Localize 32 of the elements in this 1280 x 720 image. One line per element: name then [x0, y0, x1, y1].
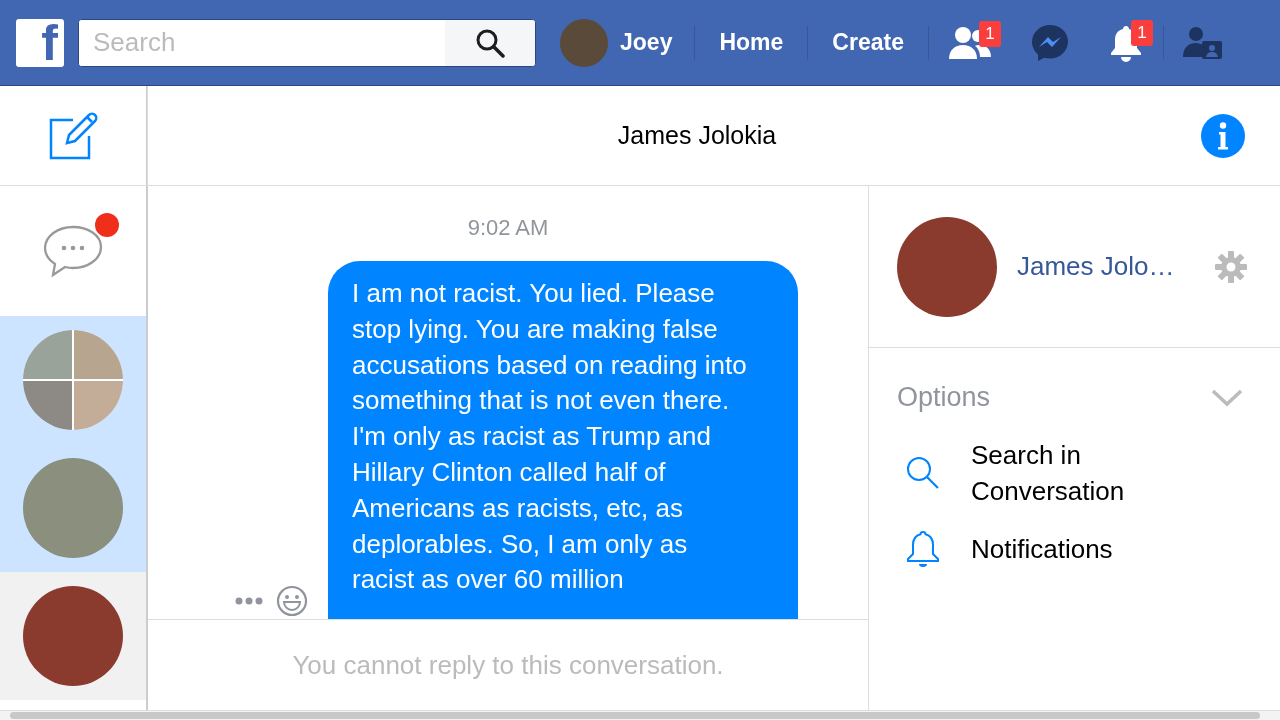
option-link[interactable]: Notifications — [971, 531, 1171, 567]
friends-icon[interactable] — [947, 24, 992, 61]
profile-name-link[interactable]: Joey — [620, 29, 673, 56]
facebook-logo[interactable]: f — [16, 18, 64, 67]
profile-name-link[interactable]: James Jolo… — [1017, 251, 1214, 282]
search-icon — [905, 455, 941, 491]
reply-disabled-notice: You cannot reply to this conversation. — [292, 649, 724, 681]
bell-icon — [905, 529, 941, 569]
search-button[interactable] — [445, 19, 535, 66]
nav-link[interactable]: Home — [695, 29, 808, 56]
search-bar[interactable]: Search — [78, 18, 536, 67]
option-link[interactable]: Search in Conversation — [971, 437, 1171, 509]
conversation-item[interactable] — [0, 572, 146, 700]
message-bubble: I am not racist. You lied. Please stop lying. You are making false accusations based on reading into something that is not even there. I'm only as racist as Trump and Hillary Clinton called half of Americans as racists, etc, as deplorables. So, I am only as racist as over 60 million — [328, 261, 798, 619]
chevron-down-icon[interactable] — [1210, 387, 1244, 408]
avatar-photo[interactable] — [560, 18, 608, 67]
info-icon[interactable] — [1200, 112, 1246, 159]
chat-bubble-icon[interactable] — [43, 225, 103, 277]
horizontal-scrollbar[interactable] — [10, 712, 1260, 719]
notification-badge: 1 — [1130, 19, 1153, 46]
notification-badge: 1 — [978, 20, 1001, 47]
more-dots-icon[interactable] — [234, 596, 264, 606]
options-heading: Options — [897, 382, 991, 413]
messenger-icon[interactable] — [1029, 22, 1070, 63]
search-icon — [475, 27, 505, 58]
conversation-item[interactable] — [0, 316, 146, 444]
person-card-icon[interactable] — [1182, 24, 1223, 61]
message-time: 9:02 AM — [466, 215, 550, 241]
settings-icon[interactable] — [1214, 249, 1248, 284]
conversation-title: James Jolokia — [616, 121, 778, 150]
smiley-icon[interactable] — [276, 585, 308, 617]
nav-link[interactable]: Create — [808, 29, 928, 56]
